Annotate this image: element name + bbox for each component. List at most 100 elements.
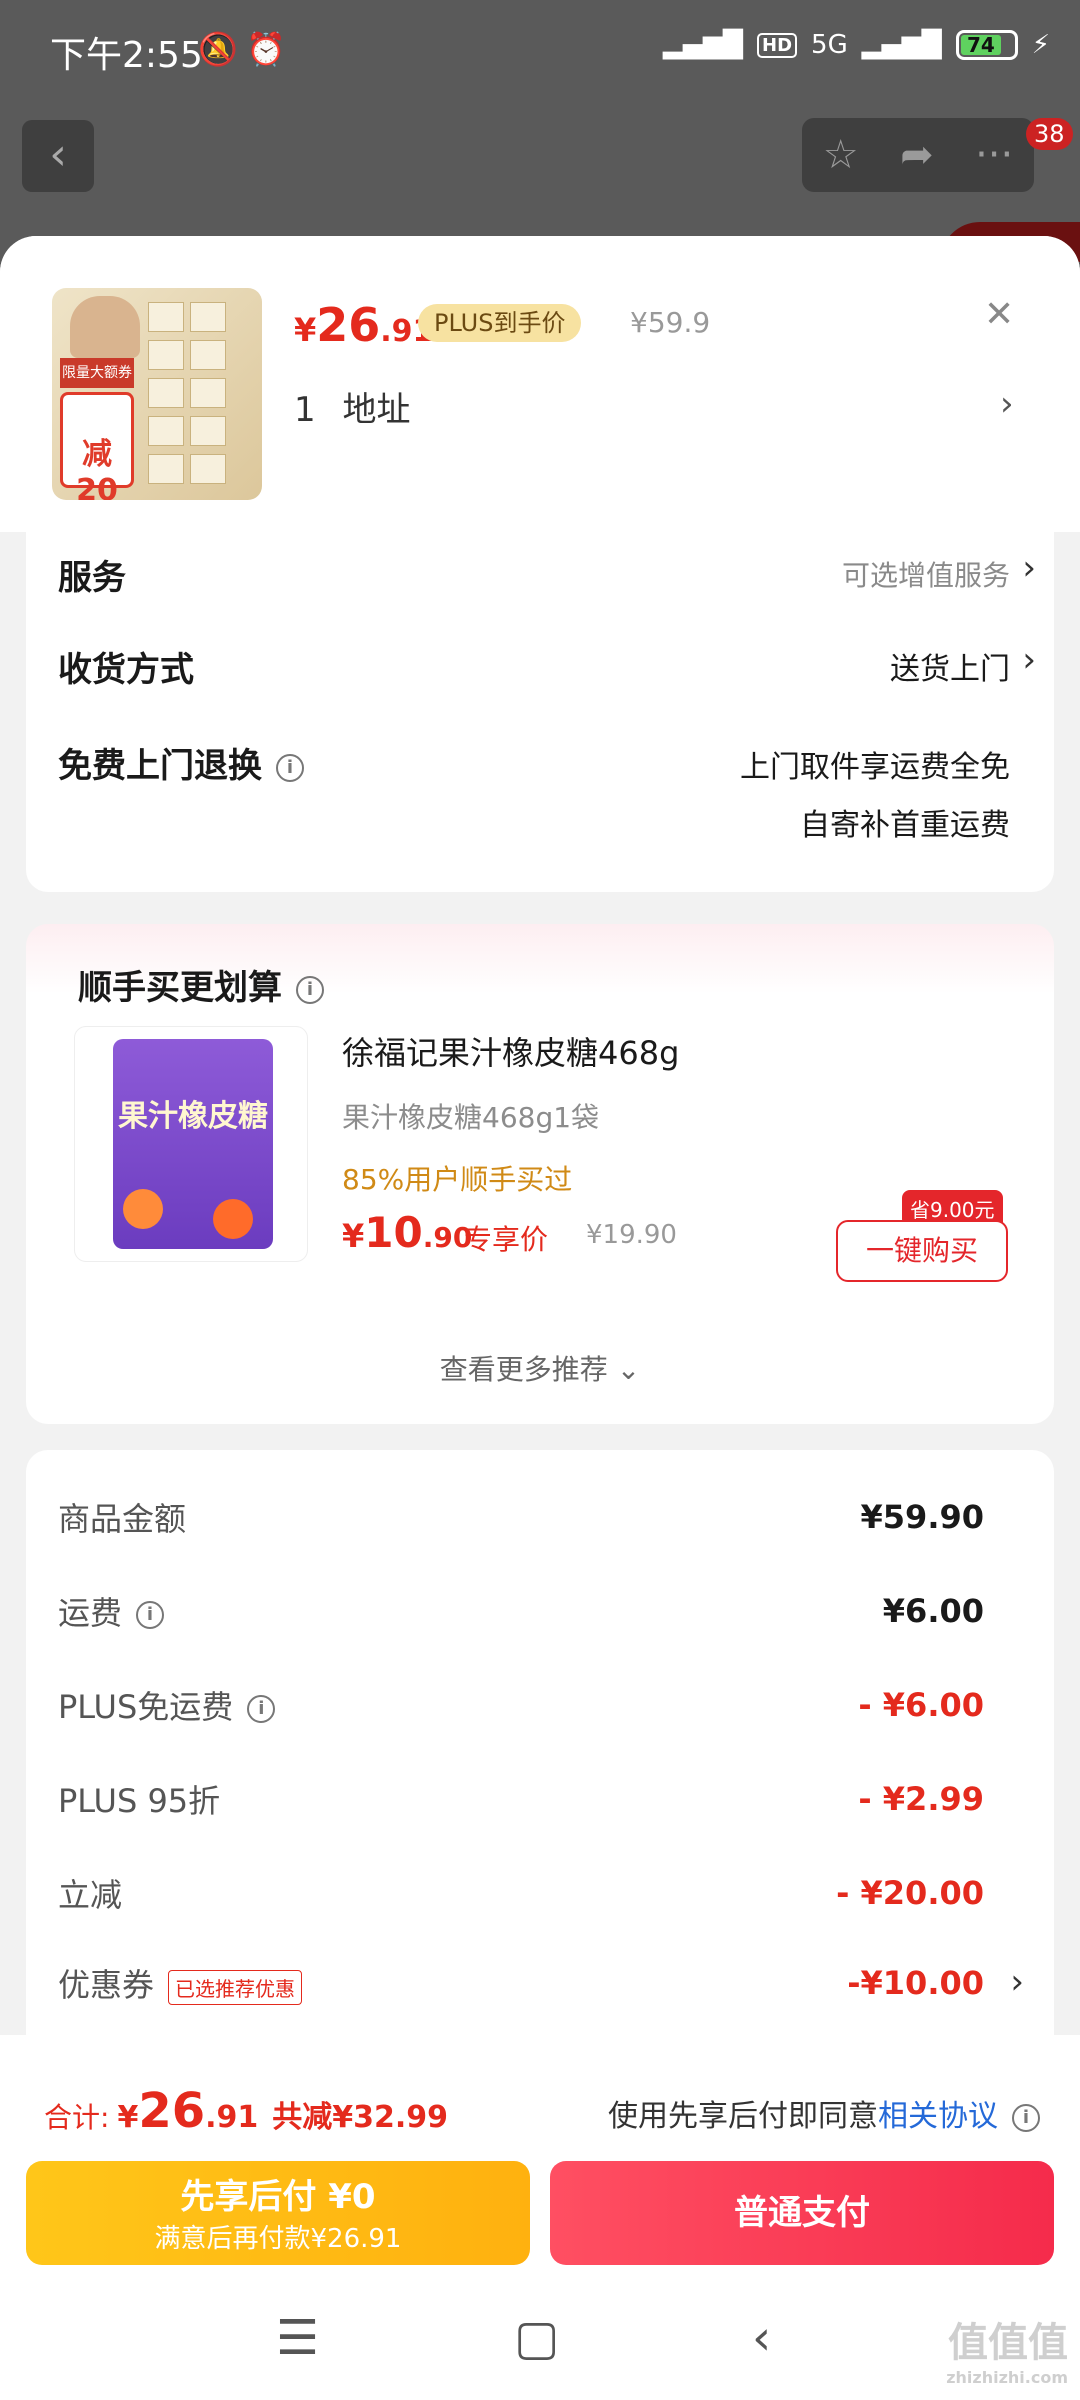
info-icon[interactable]: i	[1012, 2103, 1040, 2132]
bill-label-text: PLUS免运费	[58, 1688, 234, 1726]
recommend-card: 顺手买更划算 i 果汁橡皮糖 徐福记果汁橡皮糖468g 果汁橡皮糖468g1袋 8…	[26, 924, 1054, 1424]
plus-price-tag: PLUS到手价	[418, 304, 582, 342]
agreement-link[interactable]: 相关协议	[878, 2099, 998, 2134]
price-currency: ¥	[294, 311, 317, 349]
gummy-decoration	[123, 1189, 163, 1229]
bill-label: 商品金额	[58, 1500, 187, 1538]
bill-value: - ¥20.00	[836, 1874, 984, 1912]
star-icon[interactable]: ☆	[823, 132, 859, 178]
thumb-discount: 减20	[60, 392, 134, 500]
cart-badge: 38	[1026, 118, 1073, 150]
chevron-right-icon[interactable]: ›	[1000, 384, 1014, 424]
recommend-price-label: 专享价	[464, 1223, 549, 1256]
quantity: 1	[294, 390, 316, 430]
recommend-product-image[interactable]: 果汁橡皮糖	[74, 1026, 308, 1262]
tissue-pack	[148, 340, 184, 370]
address-label: 地址	[342, 390, 411, 430]
menu-icon[interactable]: ☰	[276, 2310, 319, 2366]
total-label: 合计:	[44, 2101, 110, 2134]
close-icon[interactable]: ✕	[984, 294, 1014, 335]
charging-icon: ⚡	[1031, 30, 1050, 60]
more-icon[interactable]: ···	[975, 132, 1013, 178]
total-currency: ¥	[117, 2100, 139, 2135]
bill-value: -¥10.00	[847, 1964, 984, 2002]
tissue-pack	[190, 302, 226, 332]
price-currency: ¥	[342, 1217, 365, 1255]
return-value-1: 上门取件享运费全免	[740, 750, 1010, 785]
bill-row-coupon[interactable]: 优惠券 已选推荐优惠 -¥10.00 ›	[58, 1960, 1024, 2010]
original-price: ¥59.9	[630, 306, 711, 339]
chevron-down-icon: ⌄	[616, 1353, 641, 1386]
thumb-banner: 限量大额券	[60, 358, 134, 388]
recommend-product-name[interactable]: 徐福记果汁橡皮糖468g	[342, 1028, 679, 1074]
pay-later-subtitle: 满意后再付款¥26.91	[154, 2224, 402, 2254]
final-price: ¥ 26 .91	[294, 298, 433, 352]
recommend-price: ¥ 10 .90	[342, 1208, 472, 1257]
battery-level: 74	[960, 35, 1002, 55]
tissue-pack	[190, 454, 226, 484]
bill-label: PLUS 95折	[58, 1782, 221, 1820]
normal-pay-button[interactable]: 普通支付	[550, 2161, 1054, 2265]
pay-later-button[interactable]: 先享后付 ¥0 满意后再付款¥26.91	[26, 2161, 530, 2265]
info-icon[interactable]: i	[136, 1601, 165, 1629]
share-icon[interactable]: ➦	[900, 132, 934, 178]
bill-label: 运费 i	[58, 1588, 165, 1634]
product-thumbnail[interactable]: 限量大额券 减20	[52, 288, 262, 500]
total-amount: 合计: ¥ 26 .91 共减¥32.99	[44, 2083, 448, 2139]
chevron-left-icon: ‹	[49, 129, 67, 180]
bill-label-text: 优惠券	[58, 1966, 155, 2004]
chevron-right-icon[interactable]: ›	[1022, 640, 1036, 680]
watermark: 值值值 zhizhizhi.com	[946, 2310, 1068, 2387]
coupon-tag: 已选推荐优惠	[168, 1969, 303, 2005]
system-nav-bar: ☰ ▢ ‹	[0, 2290, 1080, 2400]
tissue-pack	[148, 378, 184, 408]
service-value[interactable]: 可选增值服务	[842, 554, 1010, 594]
product-header: 限量大额券 减20 ¥ 26 .91 PLUS到手价 ¥59.9 ✕ 1 地址 …	[0, 236, 1080, 532]
back-button[interactable]: ‹	[22, 120, 94, 192]
bill-label: PLUS免运费 i	[58, 1682, 276, 1728]
delivery-value[interactable]: 送货上门	[890, 644, 1010, 688]
signal-icon-2: ▂▄▆█	[861, 30, 942, 60]
return-label: 免费上门退换 i	[58, 738, 304, 787]
home-icon[interactable]: ▢	[514, 2310, 559, 2366]
info-icon[interactable]: i	[276, 753, 304, 782]
bill-row-shipping: 运费 i ¥6.00	[58, 1588, 984, 1638]
bill-row-plus-discount: PLUS 95折 - ¥2.99	[58, 1776, 984, 1826]
delivery-label: 收货方式	[58, 650, 194, 690]
recommend-title: 顺手买更划算 i	[78, 960, 324, 1009]
tissue-pack	[190, 416, 226, 446]
watermark-sub: zhizhizhi.com	[946, 2368, 1068, 2387]
chevron-right-icon[interactable]: ›	[1022, 548, 1036, 588]
candy-pack: 果汁橡皮糖	[113, 1039, 273, 1249]
top-actions: ☆ ➦ ···	[802, 118, 1034, 192]
back-icon[interactable]: ‹	[752, 2310, 771, 2366]
mute-bell-icon: 🔕	[198, 30, 238, 68]
bill-label: 优惠券 已选推荐优惠	[58, 1960, 303, 2006]
chevron-right-icon[interactable]: ›	[1010, 1962, 1024, 2002]
tissue-pack	[148, 302, 184, 332]
agreement-text: 使用先享后付即同意	[608, 2099, 878, 2134]
one-click-buy-button[interactable]: 一键购买	[836, 1220, 1008, 1282]
recommend-title-text: 顺手买更划算	[78, 968, 282, 1008]
bill-value: - ¥6.00	[858, 1686, 984, 1724]
more-recommend-link[interactable]: 查看更多推荐 ⌄	[26, 1348, 1054, 1388]
address-selector[interactable]: 1 地址	[294, 382, 410, 431]
return-value-2: 自寄补首重运费	[800, 808, 1010, 843]
pack-text: 果汁橡皮糖	[118, 1099, 268, 1134]
tissue-pack	[190, 340, 226, 370]
price-integer: 26	[316, 298, 381, 352]
status-time: 下午2:55	[50, 35, 203, 76]
services-card: 服务 可选增值服务 › 收货方式 送货上门 › 免费上门退换 i 上门取件享运费全…	[26, 532, 1054, 892]
tissue-pack	[148, 416, 184, 446]
recommend-original-price: ¥19.90	[586, 1220, 677, 1250]
agreement: 使用先享后付即同意相关协议 i	[608, 2091, 1040, 2135]
more-recommend-text: 查看更多推荐	[439, 1353, 608, 1386]
watermark-main: 值值值	[948, 2320, 1068, 2366]
checkout-sheet: 限量大额券 减20 ¥ 26 .91 PLUS到手价 ¥59.9 ✕ 1 地址 …	[0, 236, 1080, 2400]
bill-label: 立减	[58, 1876, 123, 1914]
info-icon[interactable]: i	[296, 975, 324, 1004]
network-label: 5G	[811, 30, 848, 60]
thumb-person	[70, 296, 140, 358]
alarm-icon: ⏰	[246, 30, 286, 68]
info-icon[interactable]: i	[247, 1695, 276, 1723]
